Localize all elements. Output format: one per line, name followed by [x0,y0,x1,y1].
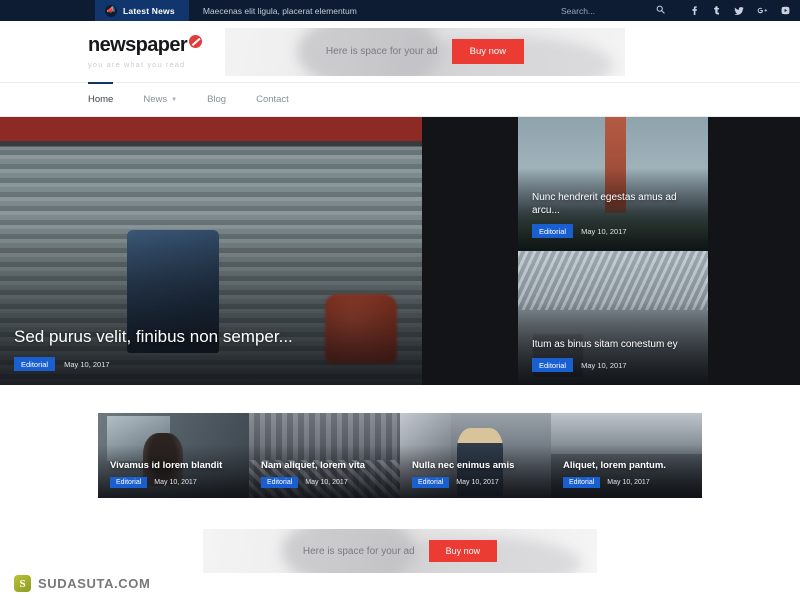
news-ticker-text[interactable]: Maecenas elit ligula, placerat elementum [203,6,357,16]
article-card-meta-2: Editorial May 10, 2017 [261,477,392,488]
side-category-badge-1[interactable]: Editorial [532,224,574,238]
nav-label-contact: Contact [256,94,289,105]
google-plus-icon[interactable] [757,6,768,15]
watermark: S SUDASUTA.COM [14,575,150,592]
article-card-date-2: May 10, 2017 [305,479,348,486]
watermark-text: SUDASUTA.COM [38,576,151,591]
featured-article-title[interactable]: Sed purus velit, finibus non semper... [14,327,408,348]
top-ad-banner[interactable]: Here is space for your ad Buy now [225,27,625,76]
bottom-ad-text: Here is space for your ad [302,545,415,557]
hero-right-dark-band [708,117,800,385]
side-article-date-2: May 10, 2017 [581,360,627,370]
article-card-category-4[interactable]: Editorial [563,477,601,488]
article-card-3[interactable]: Nulla nec enimus amis Editorial May 10, … [400,413,551,498]
nav-item-contact[interactable]: Contact [256,83,289,117]
featured-article-card[interactable]: Sed purus velit, finibus non semper... E… [0,117,422,385]
logo-mark-icon [189,35,203,48]
featured-category-badge[interactable]: Editorial [14,357,56,371]
article-card-caption-4: Aliquet, lorem pantum. Editorial May 10,… [563,460,694,488]
article-card-1[interactable]: Vivamus id lorem blandit Editorial May 1… [98,413,249,498]
topbar-left-spacer [0,0,95,21]
article-card-caption-2: Nam aliquet, lorem vita Editorial May 10… [261,460,392,488]
article-card-category-3[interactable]: Editorial [412,477,450,488]
main-navigation: Home News ▼ Blog Contact [0,81,800,117]
hero-side-column: Nunc hendrerit egestas amus ad arcu... E… [518,117,708,385]
side-article-title-1[interactable]: Nunc hendrerit egestas amus ad arcu... [532,191,696,217]
article-card-2[interactable]: Nam aliquet, lorem vita Editorial May 10… [249,413,400,498]
article-card-meta-4: Editorial May 10, 2017 [563,477,694,488]
social-links [684,6,790,16]
article-card-date-4: May 10, 2017 [607,479,650,486]
chevron-down-icon: ▼ [171,96,178,103]
article-card-date-1: May 10, 2017 [154,479,197,486]
article-card-title-3[interactable]: Nulla nec enimus amis [412,460,543,471]
site-tagline: you are what you read [88,60,186,69]
hero-section: Sed purus velit, finibus non semper... E… [0,117,800,385]
logo-block[interactable]: newspaper you are what you read [0,34,225,69]
article-card-date-3: May 10, 2017 [456,479,499,486]
article-card-4[interactable]: Aliquet, lorem pantum. Editorial May 10,… [551,413,702,498]
top-ad-buy-now-button[interactable]: Buy now [451,39,525,64]
tumblr-icon[interactable] [712,6,721,15]
latest-news-badge[interactable]: 📣 Latest News [95,0,189,21]
site-logo-text: newspaper [88,34,188,56]
nav-label-home: Home [88,94,114,105]
bottom-ad-banner[interactable]: Here is space for your ad Buy now [203,529,597,573]
article-card-caption-3: Nulla nec enimus amis Editorial May 10, … [412,460,543,488]
article-card-meta-3: Editorial May 10, 2017 [412,477,543,488]
nav-label-blog: Blog [207,94,227,105]
bottom-ad-buy-now-button[interactable]: Buy now [428,540,498,562]
hero-mid-dark-band [422,117,518,385]
article-card-title-1[interactable]: Vivamus id lorem blandit [110,460,241,471]
megaphone-icon: 📣 [105,4,117,17]
featured-article-meta: Editorial May 10, 2017 [14,357,408,371]
search-input[interactable] [561,5,666,16]
search-box[interactable] [561,5,666,16]
side-article-card-2[interactable]: Itum as binus sitam conestum ey Editoria… [518,251,708,385]
top-bar: 📣 Latest News Maecenas elit ligula, plac… [0,0,800,21]
article-card-meta-1: Editorial May 10, 2017 [110,477,241,488]
featured-article-date: May 10, 2017 [64,359,110,369]
newspaper-homepage: 📣 Latest News Maecenas elit ligula, plac… [0,0,800,607]
side-category-badge-2[interactable]: Editorial [532,358,574,372]
nav-item-blog[interactable]: Blog [207,83,226,117]
topbar-right-group [561,5,800,16]
logo-row: newspaper [88,34,225,57]
article-card-title-4[interactable]: Aliquet, lorem pantum. [563,460,694,471]
latest-news-label: Latest News [123,5,175,16]
side-article-card-1[interactable]: Nunc hendrerit egestas amus ad arcu... E… [518,117,708,251]
bottom-strip [0,598,800,607]
site-header: newspaper you are what you read Here is … [0,21,800,83]
sudasuta-logo-icon: S [14,575,31,592]
article-card-row: Vivamus id lorem blandit Editorial May 1… [98,413,702,498]
side-article-title-2[interactable]: Itum as binus sitam conestum ey [532,338,696,351]
side-article-meta-2: Editorial May 10, 2017 [532,358,696,372]
featured-article-caption: Sed purus velit, finibus non semper... E… [14,327,408,371]
nav-item-home[interactable]: Home [88,81,114,117]
youtube-icon[interactable] [781,6,790,15]
side-article-caption-1: Nunc hendrerit egestas amus ad arcu... E… [532,191,696,238]
facebook-icon[interactable] [690,6,699,15]
nav-label-news: News [143,94,168,105]
article-card-category-1[interactable]: Editorial [110,477,148,488]
article-card-category-2[interactable]: Editorial [261,477,299,488]
top-ad-text: Here is space for your ad [325,46,438,57]
side-article-date-1: May 10, 2017 [581,226,627,236]
side-article-caption-2: Itum as binus sitam conestum ey Editoria… [532,338,696,372]
article-card-title-2[interactable]: Nam aliquet, lorem vita [261,460,392,471]
twitter-icon[interactable] [734,6,744,16]
article-card-caption-1: Vivamus id lorem blandit Editorial May 1… [110,460,241,488]
search-icon[interactable] [656,5,665,16]
side-article-meta-1: Editorial May 10, 2017 [532,224,696,238]
nav-item-news[interactable]: News ▼ [143,83,177,117]
